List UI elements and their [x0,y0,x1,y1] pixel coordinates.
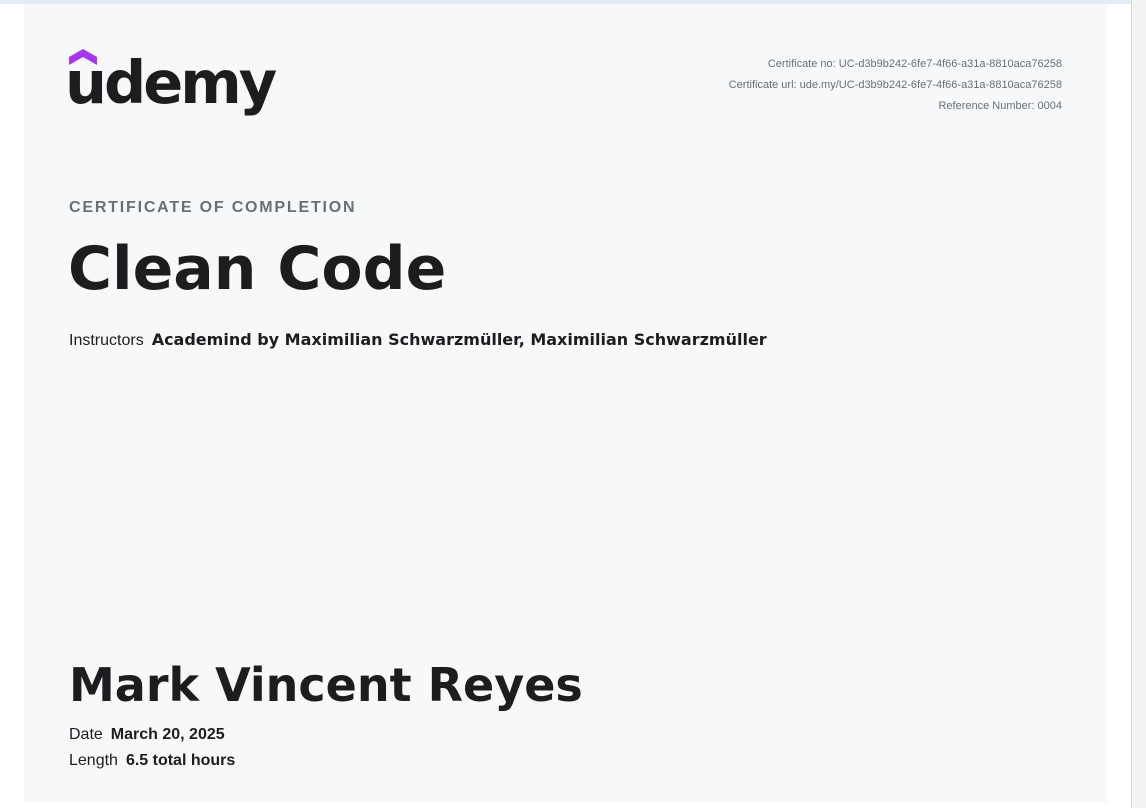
viewer-left-gutter [0,4,24,808]
certificate-meta: Certificate no: UC-d3b9b242-6fe7-4f66-a3… [729,54,1062,117]
certificate-page: udemy Certificate no: UC-d3b9b242-6fe7-4… [24,4,1107,802]
instructors-names: Academind by Maximilian Schwarzmüller, M… [151,330,767,349]
certificate-number: Certificate no: UC-d3b9b242-6fe7-4f66-a3… [767,58,1062,70]
udemy-logo: udemy [65,49,277,124]
course-title: Clean Code [68,234,447,304]
certificate-heading: CERTIFICATE OF COMPLETION [69,199,357,216]
date-label: Date [69,726,103,743]
length-row: Length 6.5 total hours [69,752,235,770]
certificate-url[interactable]: Certificate url: ude.my/UC-d3b9b242-6fe7… [729,75,1062,96]
length-label: Length [69,752,118,769]
logo-wordmark: udemy [65,48,277,117]
recipient-name: Mark Vincent Reyes [69,658,583,712]
length-value: 6.5 total hours [125,752,236,769]
scrollbar[interactable] [1131,0,1146,808]
viewer-right-gutter [1107,4,1131,808]
instructors-label: Instructors [69,332,144,349]
reference-number: Reference Number: 0004 [938,100,1062,112]
document-viewer: udemy Certificate no: UC-d3b9b242-6fe7-4… [0,0,1146,808]
date-row: Date March 20, 2025 [69,726,225,744]
instructors-line: Instructors Academind by Maximilian Schwa… [69,330,767,350]
date-value: March 20, 2025 [110,726,225,743]
